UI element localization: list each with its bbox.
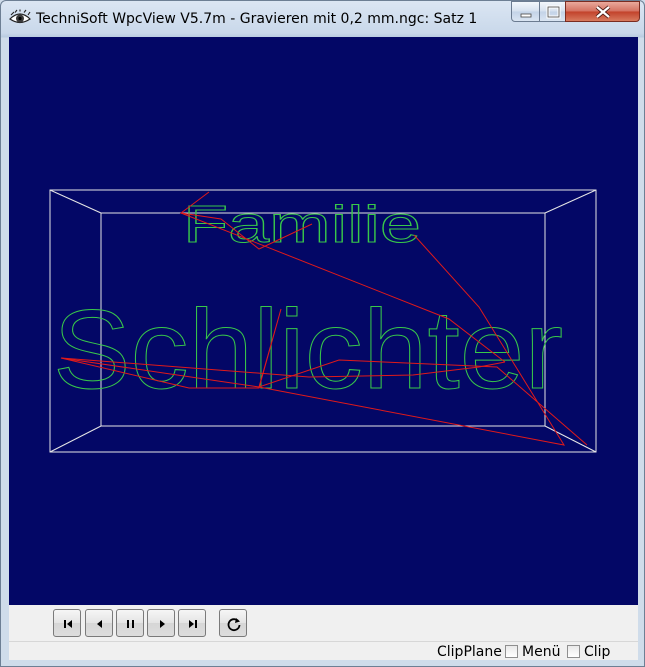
last-block-button[interactable] bbox=[178, 609, 206, 637]
clip-checkbox[interactable] bbox=[567, 645, 580, 658]
step-back-icon bbox=[97, 620, 102, 628]
playback-toolbar bbox=[9, 605, 638, 641]
reload-icon bbox=[227, 618, 241, 632]
pause-icon bbox=[127, 620, 134, 628]
engraving-text-line-2: Schlichter bbox=[53, 287, 563, 412]
clip-checkbox-label[interactable]: Clip bbox=[584, 644, 610, 660]
rewind-button[interactable] bbox=[219, 609, 247, 637]
app-window: TechniSoft WpcView V5.7m - Gravieren mit… bbox=[0, 0, 645, 667]
maximize-icon bbox=[546, 5, 561, 19]
skip-to-start-icon bbox=[64, 620, 72, 628]
client-area: Familie Schlichter ClipPlane Menü Clip bbox=[9, 37, 638, 660]
pause-button[interactable] bbox=[116, 609, 144, 637]
title-bar[interactable]: TechniSoft WpcView V5.7m - Gravieren mit… bbox=[1, 1, 644, 37]
window-title: TechniSoft WpcView V5.7m - Gravieren mit… bbox=[36, 11, 478, 27]
clipplane-label: ClipPlane bbox=[437, 644, 502, 660]
first-block-button[interactable] bbox=[53, 609, 81, 637]
minimize-button[interactable] bbox=[511, 1, 540, 22]
maximize-button[interactable] bbox=[539, 1, 566, 22]
close-button[interactable] bbox=[565, 1, 640, 22]
menu-checkbox-label[interactable]: Menü bbox=[522, 644, 560, 660]
step-forward-icon bbox=[160, 620, 165, 628]
close-icon bbox=[595, 5, 611, 19]
eye-icon bbox=[9, 9, 31, 27]
next-block-button[interactable] bbox=[147, 609, 175, 637]
menu-checkbox[interactable] bbox=[505, 645, 518, 658]
engraving-text-line-1: Familie bbox=[183, 196, 421, 254]
previous-block-button[interactable] bbox=[85, 609, 113, 637]
minimize-icon bbox=[520, 13, 532, 18]
skip-to-end-icon bbox=[189, 620, 197, 628]
toolpath-viewport[interactable]: Familie Schlichter bbox=[9, 37, 638, 605]
status-bar: ClipPlane Menü Clip bbox=[9, 641, 638, 660]
